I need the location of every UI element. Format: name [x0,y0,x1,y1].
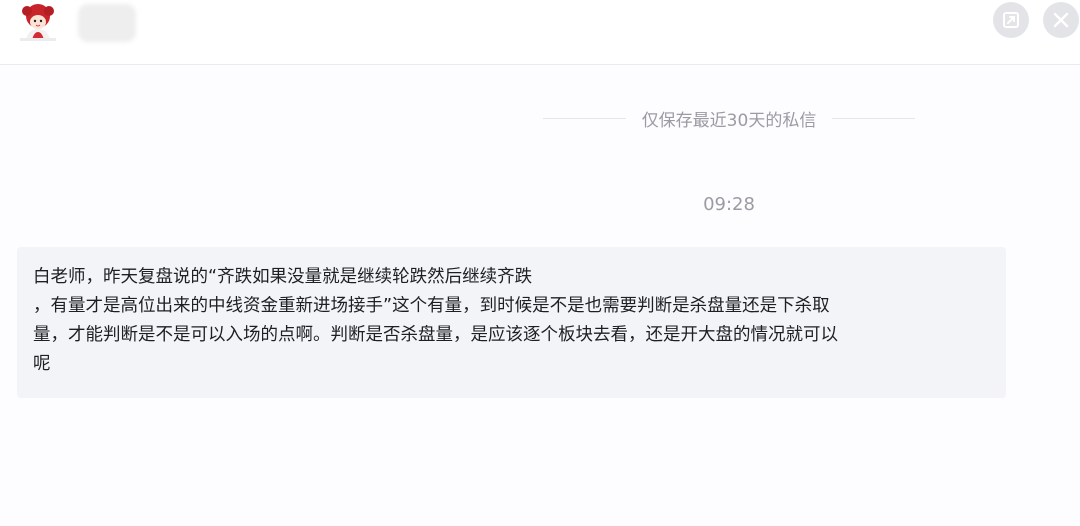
message-bubble: 白老师，昨天复盘说的“齐跌如果没量就是继续轮跌然后继续齐跌 ，有量才是高位出来的… [17,247,1006,398]
divider-line-left [543,117,626,119]
avatar[interactable] [16,2,60,42]
message-line: 呢 [33,354,51,374]
cartoon-girl-avatar-icon [20,4,56,41]
close-icon [1053,12,1069,28]
divider-line-right [832,117,916,119]
share-square-icon [1003,12,1019,28]
blurred-username [78,4,136,42]
close-button[interactable] [1043,2,1079,38]
chat-header [0,0,1080,65]
message-line: 量，才能判断是不是可以入场的点啊。判断是否杀盘量，是应该逐个板块去看，还是开大盘… [33,325,838,345]
retention-notice-text: 仅保存最近30天的私信 [641,110,817,131]
share-button[interactable] [993,2,1029,38]
message-line: ，有量才是高位出来的中线资金重新进场接手”这个有量，到时候是不是也需要判断是杀盘… [33,296,830,316]
message-line: 白老师，昨天复盘说的“齐跌如果没量就是继续轮跌然后继续齐跌 [33,267,533,287]
retention-notice: 仅保存最近30天的私信 [543,103,916,133]
message-timestamp: 09:28 [703,194,755,215]
chat-window: 仅保存最近30天的私信 09:28 白老师，昨天复盘说的“齐跌如果没量就是继续轮… [0,0,1080,526]
